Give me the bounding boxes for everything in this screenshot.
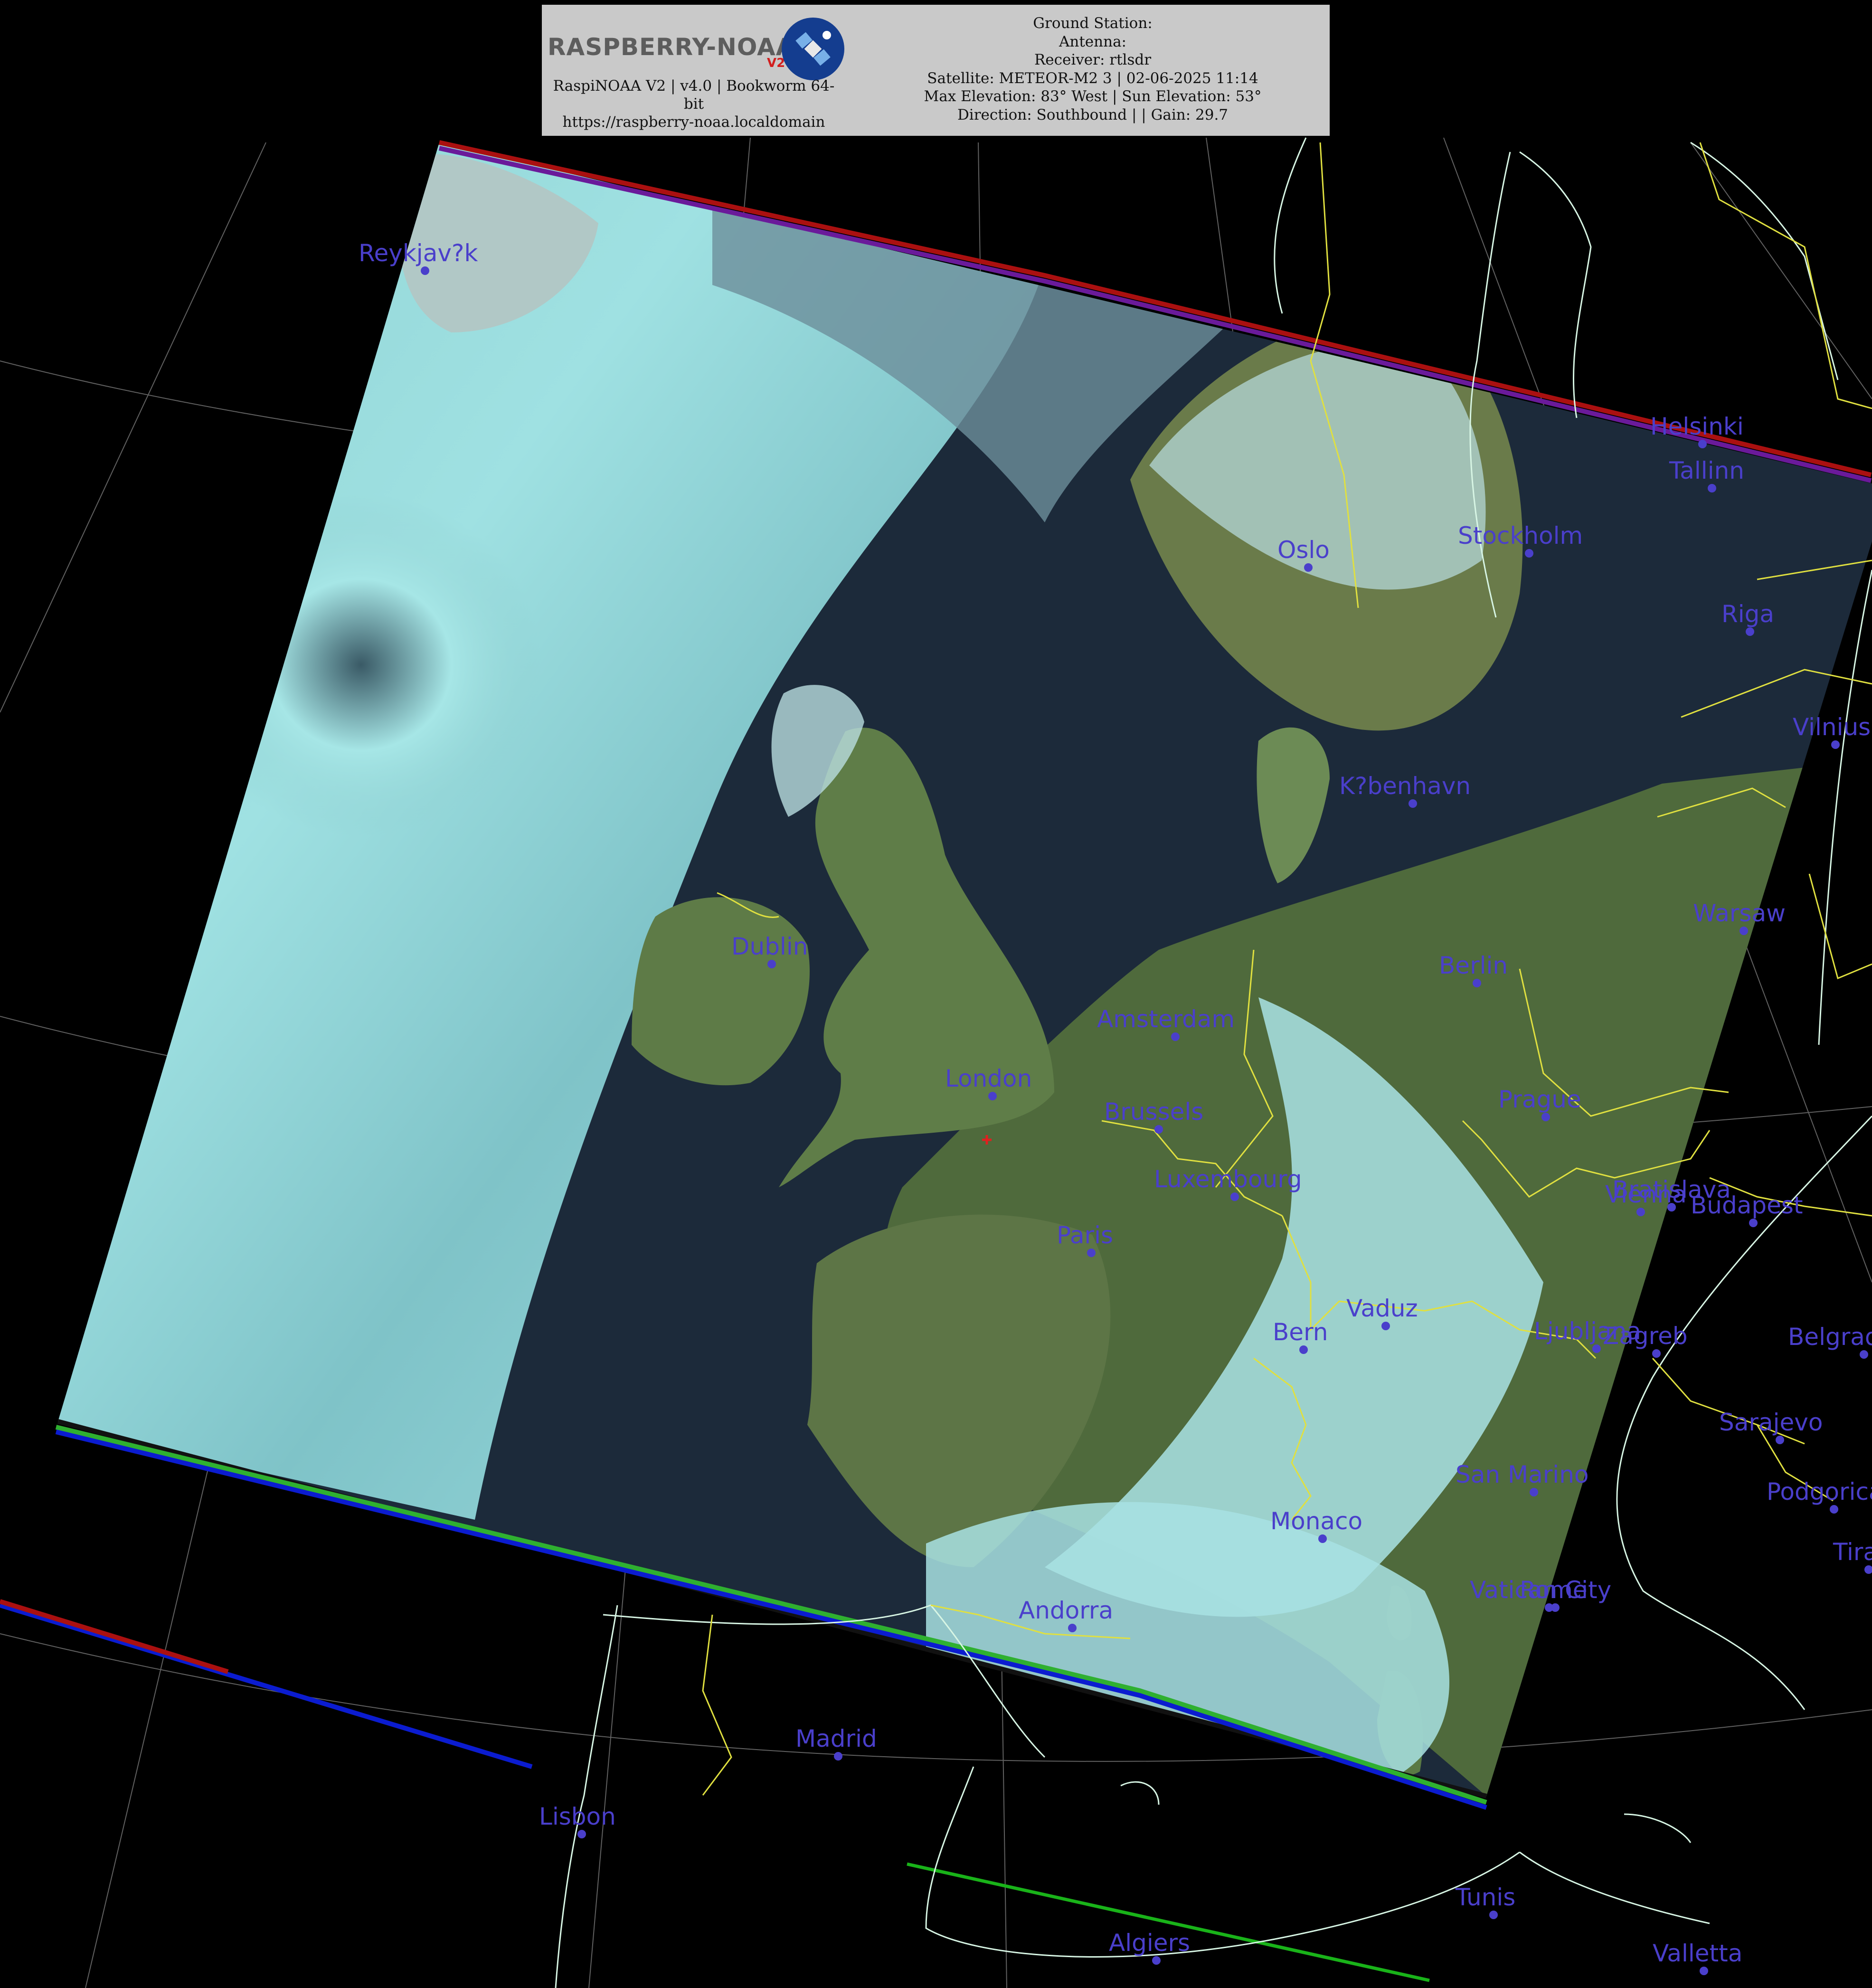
- city-dot: [1525, 549, 1533, 558]
- city-dot: [1860, 1350, 1868, 1359]
- receiver-line: Receiver: rtlsdr: [1034, 51, 1152, 68]
- city-budapest: Budapest: [1691, 1192, 1803, 1227]
- city-label: Oslo: [1277, 536, 1330, 564]
- city-dot: [1068, 1624, 1077, 1632]
- city-dot: [1749, 1219, 1758, 1227]
- city-dot: [1746, 627, 1754, 636]
- city-belgrade: Belgrade: [1788, 1323, 1872, 1359]
- city-label: Belgrade: [1788, 1323, 1872, 1351]
- city-label: Dublin: [731, 933, 808, 960]
- city-dot: [767, 960, 776, 968]
- city-dot: [1381, 1322, 1390, 1330]
- city-dot: [577, 1830, 586, 1838]
- city-algiers: Algiers: [1109, 1929, 1190, 1965]
- city-label: Brussels: [1104, 1098, 1203, 1126]
- city-dot: [1551, 1603, 1560, 1612]
- elevation-line: Max Elevation: 83° West | Sun Elevation:…: [924, 88, 1262, 105]
- city-dot: [1489, 1911, 1498, 1919]
- city-label: Paris: [1057, 1221, 1113, 1249]
- city-dot: [421, 266, 429, 275]
- city-label: Berlin: [1439, 952, 1508, 979]
- city-dot: [1541, 1113, 1550, 1121]
- city-dot: [1700, 1967, 1708, 1975]
- city-label: Amsterdam: [1097, 1005, 1235, 1033]
- software-version-line-2: bit: [683, 95, 704, 113]
- city-valletta: Valletta: [1653, 1940, 1742, 1975]
- city-label: Tunis: [1455, 1884, 1515, 1911]
- city-dot: [1740, 927, 1748, 935]
- city-dot: [1171, 1032, 1180, 1041]
- satellite-icon: [782, 18, 844, 80]
- city-label: Tirana: [1833, 1538, 1872, 1566]
- city-label: Valletta: [1653, 1940, 1742, 1967]
- city-label: Sarajevo: [1719, 1409, 1823, 1436]
- city-label: Podgorica: [1767, 1478, 1872, 1505]
- city-label: Algiers: [1109, 1929, 1190, 1957]
- city-label: Tallinn: [1669, 457, 1744, 484]
- city-tunis: Tunis: [1455, 1884, 1515, 1919]
- raspberry-noaa-logo: RASPBERRY-NOAA V2: [548, 15, 844, 80]
- city-label: Vilnius: [1793, 713, 1871, 741]
- station-url: https://raspberry-noaa.localdomain: [562, 114, 825, 131]
- city-label: San Marino: [1456, 1461, 1588, 1488]
- city-dot: [1636, 1208, 1645, 1216]
- satellite-map: Reykjav?k Helsinki Tallinn Oslo Stockholm Rig…: [0, 137, 1872, 1988]
- city-dot: [1708, 484, 1716, 492]
- city-sarajevo: Sarajevo: [1719, 1409, 1823, 1444]
- city-dot: [1698, 440, 1707, 448]
- city-podgorica: Podgorica: [1767, 1478, 1872, 1514]
- city-label: Andorra: [1019, 1597, 1113, 1624]
- city-label: Madrid: [795, 1725, 877, 1752]
- city-dot: [834, 1752, 842, 1761]
- city-dot: [1830, 1505, 1838, 1514]
- city-dot: [1864, 1565, 1872, 1574]
- city-label: Monaco: [1270, 1507, 1362, 1535]
- software-info: RaspiNOAA V2 | v4.0 | Bookworm 64- bit h…: [542, 77, 846, 131]
- logo-text: RASPBERRY-NOAA: [548, 33, 795, 61]
- satellite-swath: [58, 142, 1872, 1796]
- pass-info-header: RASPBERRY-NOAA V2 RaspiNOAA V2 | v4.0 | …: [542, 5, 1330, 136]
- city-dot: [1592, 1344, 1601, 1353]
- city-dot: [1087, 1249, 1096, 1257]
- city-madrid: Madrid: [795, 1725, 877, 1761]
- city-label: Riga: [1721, 600, 1774, 628]
- city-dot: [1667, 1203, 1676, 1212]
- city-label: Budapest: [1691, 1192, 1803, 1219]
- city-dot: [1831, 740, 1840, 749]
- city-dot: [1530, 1488, 1538, 1496]
- city-label: Prague: [1498, 1086, 1581, 1113]
- city-label: Stockholm: [1458, 522, 1583, 549]
- ground-station-line: Ground Station:: [1033, 15, 1153, 32]
- city-label: London: [945, 1065, 1032, 1092]
- city-label: Helsinki: [1650, 413, 1744, 440]
- city-dot: [1299, 1345, 1308, 1354]
- city-lisbon: Lisbon: [539, 1803, 616, 1838]
- city-dot: [1154, 1125, 1163, 1134]
- software-version-line-1: RaspiNOAA V2 | v4.0 | Bookworm 64-: [553, 77, 835, 95]
- city-label: Warsaw: [1693, 899, 1786, 927]
- city-dot: [1318, 1534, 1327, 1543]
- city-dot: [988, 1092, 997, 1100]
- pass-details: Ground Station: Antenna: Receiver: rtlsd…: [855, 14, 1330, 124]
- city-dot: [1230, 1193, 1239, 1201]
- city-label: K?benhavn: [1339, 772, 1471, 800]
- city-dot: [1409, 799, 1417, 808]
- city-dot: [1652, 1349, 1661, 1358]
- city-label: Reykjav?k: [359, 239, 478, 267]
- city-dot: [1776, 1436, 1784, 1444]
- city-label: Bern: [1273, 1318, 1328, 1346]
- city-dot: [1304, 563, 1313, 572]
- satellite-line: Satellite: METEOR-M2 3 | 02-06-2025 11:1…: [927, 69, 1258, 87]
- antenna-line: Antenna:: [1059, 33, 1126, 50]
- city-label: Lisbon: [539, 1803, 616, 1830]
- city-label: Luxembourg: [1154, 1165, 1302, 1193]
- city-label: Zagreb: [1603, 1322, 1688, 1350]
- city-label: Vaduz: [1346, 1295, 1418, 1322]
- city-dot: [1473, 979, 1481, 987]
- direction-gain-line: Direction: Southbound | | Gain: 29.7: [957, 106, 1229, 123]
- city-tirana: Tirana: [1833, 1538, 1872, 1574]
- city-label: Rome: [1520, 1576, 1588, 1604]
- city-dot: [1152, 1956, 1161, 1965]
